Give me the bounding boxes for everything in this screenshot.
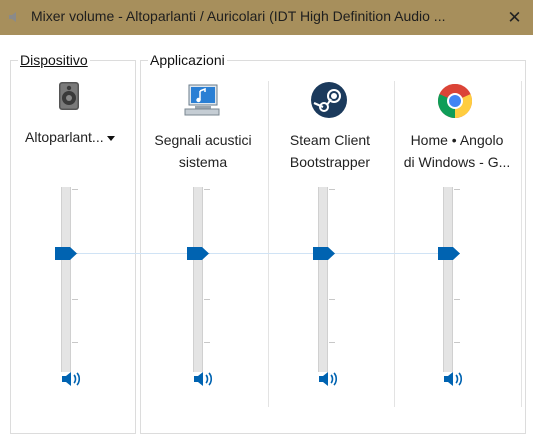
device-volume-thumb[interactable]: [55, 247, 77, 260]
speaker-device-icon: [59, 82, 79, 110]
slider-tick: [454, 299, 460, 300]
app-volume-thumb[interactable]: [187, 247, 209, 260]
column-separator: [521, 81, 522, 407]
mixer-client-area: Dispositivo Applicazioni Altoparlant...: [0, 35, 533, 445]
device-group-label-accesskey: Dispositivo: [20, 52, 88, 68]
app-mute-button[interactable]: [443, 370, 465, 388]
app-volume-thumb[interactable]: [438, 247, 460, 260]
slider-tick: [72, 189, 78, 190]
app-name-steam: Steam Client Bootstrapper: [289, 132, 371, 170]
device-group-label: Dispositivo: [18, 52, 90, 68]
slider-tick: [454, 189, 460, 190]
app-volume-track[interactable]: [443, 187, 453, 372]
app-mute-button[interactable]: [318, 370, 340, 388]
title-bar: Mixer volume - Altoparlanti / Auricolari…: [0, 0, 533, 35]
steam-icon: [311, 82, 347, 118]
app-volume-track[interactable]: [318, 187, 328, 372]
slider-tick: [329, 342, 335, 343]
app-volume-track[interactable]: [193, 187, 203, 372]
system-sounds-icon: [184, 84, 220, 116]
speaker-icon: [9, 12, 16, 22]
applications-group-label: Applicazioni: [148, 52, 227, 68]
column-separator: [394, 81, 395, 407]
chrome-icon: [437, 83, 473, 118]
window-title: Mixer volume - Altoparlanti / Auricolari…: [31, 8, 446, 24]
master-level-link-line: [78, 253, 454, 254]
device-select[interactable]: Altoparlant...: [25, 129, 115, 145]
device-volume-track[interactable]: [61, 187, 71, 372]
slider-tick: [72, 299, 78, 300]
device-select-value: Altoparlant...: [25, 129, 104, 145]
app-mute-button[interactable]: [193, 370, 215, 388]
column-separator: [268, 81, 269, 407]
slider-tick: [204, 189, 210, 190]
app-name-chrome: Home • Angolo di Windows - G...: [403, 132, 511, 170]
slider-tick: [204, 342, 210, 343]
close-button[interactable]: ✕: [496, 0, 533, 35]
app-name-system-sounds: Segnali acustici sistema: [154, 132, 252, 170]
slider-tick: [204, 299, 210, 300]
slider-tick: [329, 299, 335, 300]
app-volume-thumb[interactable]: [313, 247, 335, 260]
slider-tick: [454, 342, 460, 343]
chevron-down-icon: [106, 135, 115, 141]
slider-tick: [72, 342, 78, 343]
device-mute-button[interactable]: [61, 370, 83, 388]
slider-tick: [329, 189, 335, 190]
